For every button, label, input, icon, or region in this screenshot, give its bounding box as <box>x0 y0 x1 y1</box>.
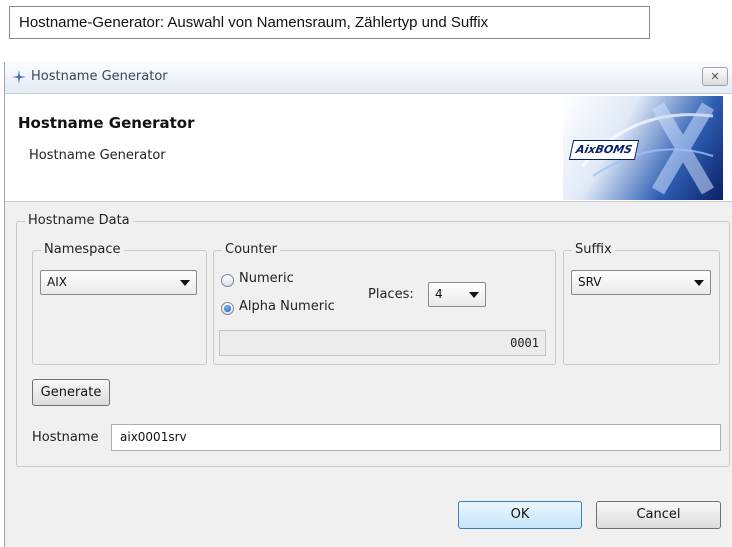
namespace-value: AIX <box>47 275 67 289</box>
alpha-numeric-radio-label[interactable]: Alpha Numeric <box>239 299 335 314</box>
counter-value-field: 0001 <box>219 330 546 356</box>
ok-button[interactable]: OK <box>458 501 582 529</box>
header-subtitle: Hostname Generator <box>29 148 166 163</box>
places-value: 4 <box>435 287 443 301</box>
generate-button[interactable]: Generate <box>32 379 110 406</box>
suffix-group: Suffix <box>563 242 720 365</box>
window-title: Hostname Generator <box>31 69 168 84</box>
places-select[interactable]: 4 <box>428 282 486 307</box>
namespace-group: Namespace <box>32 242 207 365</box>
suffix-select[interactable]: SRV <box>571 270 711 295</box>
alpha-numeric-radio[interactable] <box>221 302 234 315</box>
caption-box: Hostname-Generator: Auswahl von Namensra… <box>9 6 650 39</box>
hostname-label: Hostname <box>32 430 99 445</box>
numeric-radio-label[interactable]: Numeric <box>239 271 294 286</box>
namespace-select[interactable]: AIX <box>40 270 197 295</box>
cancel-button[interactable]: Cancel <box>596 501 721 529</box>
numeric-radio[interactable] <box>221 274 234 287</box>
header-title: Hostname Generator <box>18 114 195 132</box>
hostname-data-label: Hostname Data <box>25 213 133 229</box>
close-button[interactable]: ✕ <box>702 67 728 86</box>
namespace-label: Namespace <box>41 242 124 258</box>
chevron-down-icon <box>469 292 479 298</box>
dialog-header: Hostname Generator Hostname Generator Ai… <box>5 94 732 202</box>
logo-text: AixBOMS <box>568 140 640 160</box>
chevron-down-icon <box>694 280 704 286</box>
places-label: Places: <box>368 287 414 302</box>
hostname-input[interactable]: aix0001srv <box>111 424 721 451</box>
chevron-down-icon <box>180 280 190 286</box>
title-bar[interactable]: Hostname Generator ✕ <box>5 62 732 94</box>
app-icon <box>11 69 27 85</box>
suffix-label: Suffix <box>572 242 615 258</box>
suffix-value: SRV <box>578 275 602 289</box>
aixboms-logo: AixBOMS <box>563 96 723 200</box>
close-icon: ✕ <box>710 70 720 83</box>
counter-label: Counter <box>222 242 280 258</box>
